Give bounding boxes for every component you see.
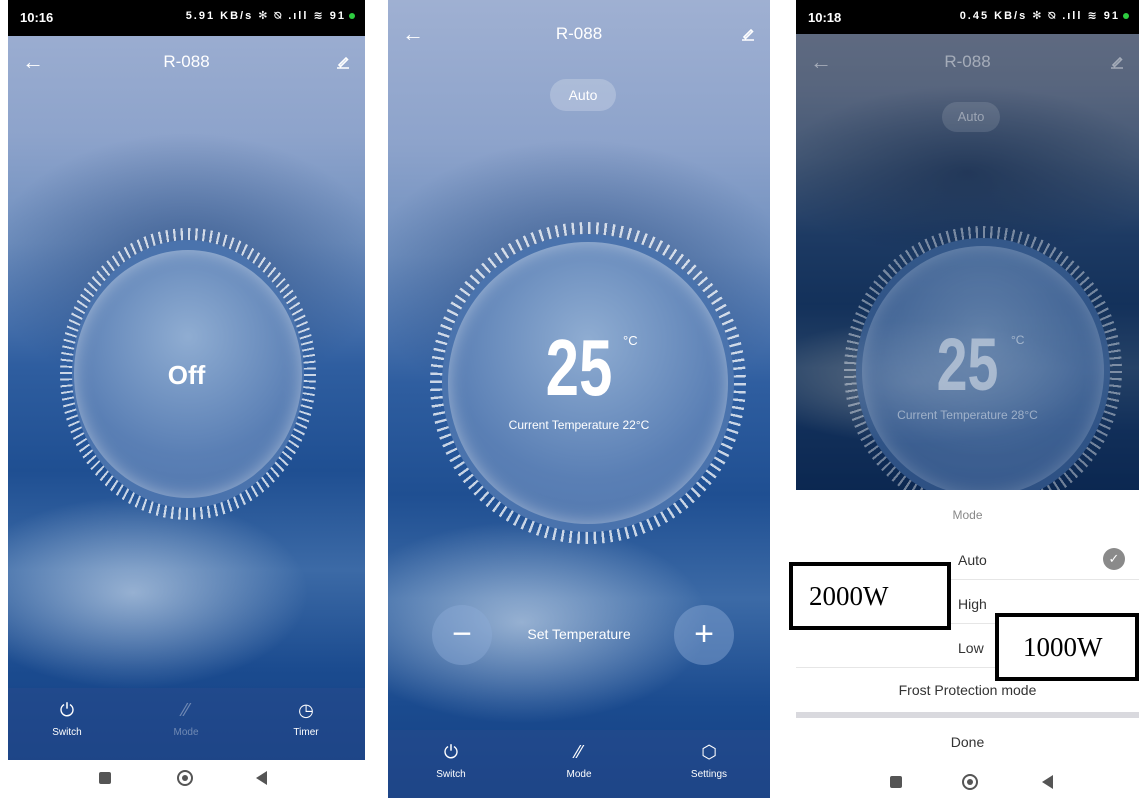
system-nav-bar (8, 760, 365, 798)
tab-timer[interactable]: ◷ Timer (261, 688, 351, 738)
sheet-divider (796, 712, 1139, 718)
device-title: R-088 (163, 52, 210, 71)
edit-icon[interactable] (1109, 54, 1125, 70)
status-time: 10:16 (20, 10, 54, 25)
status-bar: 10:16 5.91 KB/s ✻ ⍉ .ıll ≋ 91 (8, 0, 365, 36)
device-title: R-088 (555, 24, 603, 43)
set-temperature-value: 25 (545, 323, 613, 412)
phone-panel-off: 10:16 5.91 KB/s ✻ ⍉ .ıll ≋ 91 ← R-088 Of… (8, 0, 365, 798)
annotation-2000w: 2000W (789, 562, 951, 630)
home-icon[interactable] (962, 774, 978, 790)
temperature-unit: °C (1011, 333, 1025, 347)
sheet-title: Mode (952, 508, 983, 522)
status-time: 10:18 (808, 10, 842, 25)
header: ← R-088 (388, 14, 770, 54)
power-state-label: Off (167, 360, 206, 390)
recents-icon[interactable] (99, 772, 111, 784)
done-button[interactable]: Done (796, 734, 1139, 750)
mode-icon: ⁄⁄ (575, 742, 582, 762)
phone-panel-thermostat: ← R-088 Auto 25 °C Current Temperature 2… (388, 0, 770, 798)
home-icon[interactable] (177, 770, 193, 786)
header: ← R-088 (796, 42, 1139, 82)
header: ← R-088 (8, 42, 365, 82)
current-temperature: Current Temperature 28°C (897, 408, 1038, 422)
status-icons: 5.91 KB/s ✻ ⍉ .ıll ≋ 91 (186, 9, 355, 23)
back-icon[interactable] (1042, 775, 1053, 789)
bottom-tab-bar: ⏻ Switch ⁄⁄ Mode ⬡ Settings (388, 730, 770, 798)
current-temperature: Current Temperature 22°C (508, 418, 650, 432)
device-title: R-088 (944, 52, 991, 71)
power-icon: ⏻ (443, 742, 459, 762)
annotation-1000w: 1000W (995, 613, 1139, 681)
mode-chip[interactable]: Auto (550, 79, 616, 111)
status-bar: 10:18 0.45 KB/s ✻ ⍉ .ıll ≋ 91 (796, 0, 1139, 34)
mode-icon: ⁄⁄ (182, 700, 189, 720)
settings-icon: ⬡ (701, 742, 717, 762)
tab-mode[interactable]: ⁄⁄ Mode (141, 688, 231, 738)
edit-icon[interactable] (335, 54, 351, 70)
power-icon: ⏻ (59, 700, 75, 720)
recents-icon[interactable] (890, 776, 902, 788)
status-icons: 0.45 KB/s ✻ ⍉ .ıll ≋ 91 (960, 9, 1129, 23)
tab-switch[interactable]: ⏻ Switch (22, 688, 112, 738)
clock-icon: ◷ (298, 700, 314, 720)
tab-mode[interactable]: ⁄⁄ Mode (534, 730, 624, 780)
increase-temperature-button[interactable]: + (674, 605, 734, 665)
tab-settings[interactable]: ⬡ Settings (664, 730, 754, 780)
back-icon[interactable] (256, 771, 267, 785)
set-temperature-value: 25 (936, 323, 999, 406)
tab-switch[interactable]: ⏻ Switch (406, 730, 496, 780)
check-icon: ✓ (1103, 548, 1125, 570)
temperature-unit: °C (623, 333, 638, 348)
mode-chip[interactable]: Auto (942, 102, 1000, 132)
bottom-tab-bar: ⏻ Switch ⁄⁄ Mode ◷ Timer (8, 688, 365, 760)
edit-icon[interactable] (740, 26, 756, 42)
